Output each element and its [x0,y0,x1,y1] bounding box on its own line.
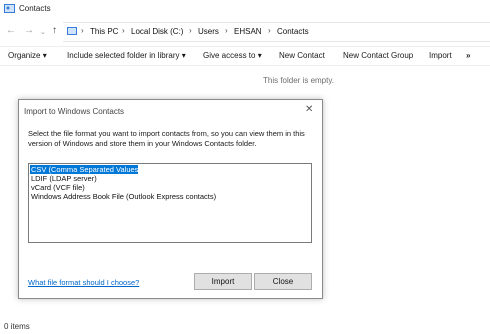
window-title: Contacts [19,4,51,13]
title-bar [0,0,490,18]
file-format-help-link[interactable]: What file format should I choose? [28,278,139,287]
new-contact-button[interactable]: New Contact [279,51,325,60]
format-item-csv[interactable]: CSV (Comma Separated Values) [30,165,141,174]
close-button[interactable]: Close [254,273,312,290]
breadcrumb-users[interactable]: Users [198,27,219,36]
dialog-close-icon[interactable]: ✕ [305,104,313,115]
breadcrumb-separator-icon: › [268,26,271,35]
organize-label: Organize [8,51,41,60]
format-item-vcard[interactable]: vCard (VCF file) [30,183,86,192]
more-commands-button[interactable]: » [466,51,470,60]
up-arrow-icon[interactable]: ↑ [52,26,57,36]
breadcrumb-contacts[interactable]: Contacts [277,27,309,36]
breadcrumb-separator-icon: › [189,26,192,35]
back-arrow-icon[interactable]: ← [6,26,16,36]
breadcrumb-ehsan[interactable]: EHSAN [234,27,262,36]
breadcrumb-separator-icon: › [225,26,228,35]
import-toolbar-button[interactable]: Import [429,51,452,60]
status-item-count: 0 items [4,322,30,331]
forward-arrow-icon[interactable]: → [24,26,34,36]
format-item-ldif[interactable]: LDIF (LDAP server) [30,174,98,183]
include-library-button[interactable]: Include selected folder in library ▾ [67,51,186,60]
include-library-label: Include selected folder in library [67,51,180,60]
empty-folder-message: This folder is empty. [263,76,334,85]
new-contact-group-button[interactable]: New Contact Group [343,51,413,60]
give-access-button[interactable]: Give access to ▾ [203,51,262,60]
contacts-app-icon [4,4,15,13]
import-button[interactable]: Import [194,273,252,290]
contacts-folder-icon [67,27,77,35]
dropdown-arrow-icon: ▾ [181,51,186,60]
recent-locations-chevron-icon[interactable]: ⌄ [40,28,46,38]
breadcrumb-this-pc[interactable]: This PC [90,27,118,36]
organize-button[interactable]: Organize ▾ [8,51,47,60]
breadcrumb-separator-icon: › [81,26,84,35]
breadcrumb-local-disk[interactable]: Local Disk (C:) [131,27,183,36]
dialog-instructions: Select the file format you want to impor… [28,129,305,148]
dialog-title: Import to Windows Contacts [24,107,125,116]
give-access-label: Give access to [203,51,256,60]
dropdown-arrow-icon: ▾ [42,51,47,60]
dropdown-arrow-icon: ▾ [257,51,262,60]
format-item-wab[interactable]: Windows Address Book File (Outlook Expre… [30,192,217,201]
breadcrumb-separator-icon: › [122,26,125,35]
